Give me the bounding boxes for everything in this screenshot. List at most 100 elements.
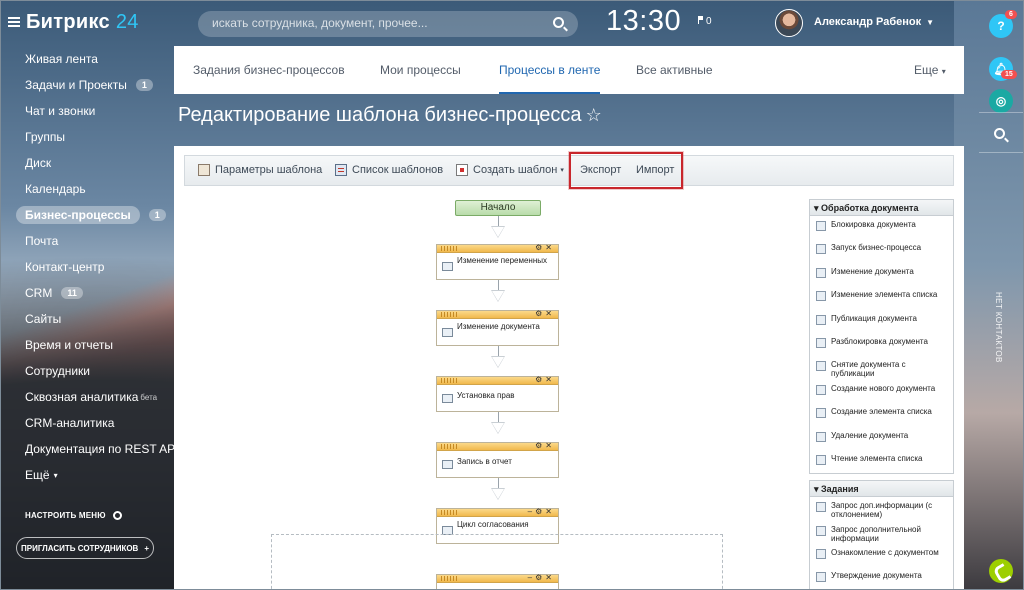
palette-item[interactable]: Изменение элемента списка: [810, 286, 953, 309]
background-right-rail: [954, 0, 1024, 590]
activity-header: –⚙✕: [437, 573, 558, 583]
invite-employees-button[interactable]: ПРИГЛАСИТЬ СОТРУДНИКОВ +: [16, 537, 154, 559]
activity-nested[interactable]: –⚙✕: [436, 573, 559, 590]
sidebar-item-mail[interactable]: Почта: [0, 228, 172, 254]
palette-item[interactable]: Разблокировка документа: [810, 333, 953, 356]
palette-item[interactable]: Удаление документа: [810, 427, 953, 450]
sidebar-item-calendar[interactable]: Календарь: [0, 176, 172, 202]
logo-name: Битрикс: [26, 11, 110, 33]
activity-change-document[interactable]: ⚙✕ Изменение документа: [436, 309, 559, 346]
unlock-doc-icon: [816, 337, 826, 348]
review-icon: [816, 549, 826, 560]
global-search[interactable]: [198, 11, 578, 37]
messenger-button[interactable]: ◎: [989, 89, 1013, 113]
logo-number: 24: [115, 11, 139, 33]
drag-handle[interactable]: [441, 378, 457, 383]
sidebar-item-rest-api[interactable]: Документация по REST API: [0, 436, 179, 462]
palette-item[interactable]: Блокировка документа: [810, 216, 953, 239]
gear-close-icon[interactable]: ⚙✕: [535, 309, 555, 318]
template-list-button[interactable]: Список шаблонов: [335, 164, 443, 176]
palette-item[interactable]: Запуск бизнес-процесса: [810, 239, 953, 262]
tab-my-processes[interactable]: Мои процессы: [380, 63, 461, 77]
sidebar-item-contact-center[interactable]: Контакт-центр: [0, 254, 172, 280]
palette-item[interactable]: Утверждение документа: [810, 567, 953, 590]
drag-handle[interactable]: [441, 444, 457, 449]
settings-doc-icon: [198, 164, 210, 176]
connector: [498, 478, 499, 488]
gear-close-icon[interactable]: ⚙✕: [535, 441, 555, 450]
drag-handle[interactable]: [441, 246, 457, 251]
palette-item[interactable]: Снятие документа с публикации: [810, 356, 953, 379]
avatar[interactable]: [775, 9, 803, 37]
activity-change-variables[interactable]: ⚙✕ Изменение переменных: [436, 243, 559, 280]
drag-handle[interactable]: [441, 510, 457, 515]
palette-item[interactable]: Ознакомление с документом: [810, 544, 953, 567]
start-node[interactable]: Начало: [455, 200, 541, 216]
list-item-icon: [816, 408, 826, 419]
chat-icon: ◎: [995, 94, 1007, 108]
sidebar-item-more[interactable]: Ещё ▾: [0, 462, 172, 488]
phone-icon[interactable]: [989, 559, 1013, 583]
sidebar-item-crm-analytics[interactable]: CRM-аналитика: [0, 410, 172, 436]
palette-item[interactable]: Создание нового документа: [810, 380, 953, 403]
sidebar-item-crm[interactable]: CRM 11: [0, 280, 172, 306]
sidebar-item-chat[interactable]: Чат и звонки: [0, 98, 172, 124]
arrow-icon: [491, 422, 505, 434]
activity-set-rights[interactable]: ⚙✕ Установка прав: [436, 375, 559, 412]
palette-item[interactable]: Запрос дополнительной информации: [810, 521, 953, 544]
arrow-icon: [491, 226, 505, 238]
palette-item[interactable]: Создание элемента списка: [810, 403, 953, 426]
create-template-button[interactable]: Создать шаблон ▾: [456, 164, 564, 176]
connector: [498, 346, 499, 356]
palette-group-header[interactable]: ▾ Обработка документа: [810, 200, 953, 216]
tab-tasks[interactable]: Задания бизнес-процессов: [193, 63, 345, 77]
sidebar-item-disk[interactable]: Диск: [0, 150, 172, 176]
gear-close-icon[interactable]: ⚙✕: [535, 375, 555, 384]
palette-item[interactable]: Чтение элемента списка: [810, 450, 953, 473]
sidebar-item-sites[interactable]: Сайты: [0, 306, 172, 332]
request-icon: [816, 525, 826, 536]
drag-handle[interactable]: [441, 312, 457, 317]
activity-header: ⚙✕: [437, 375, 558, 385]
palette-item[interactable]: Изменение документа: [810, 263, 953, 286]
connector: [498, 216, 499, 226]
search-icon[interactable]: [553, 17, 564, 28]
star-icon[interactable]: ☆: [586, 105, 602, 126]
sidebar-item-employees[interactable]: Сотрудники: [0, 358, 172, 384]
sidebar-item-tasks[interactable]: Задачи и Проекты 1: [0, 72, 172, 98]
configure-menu-button[interactable]: НАСТРОИТЬ МЕНЮ: [25, 511, 122, 521]
app-logo[interactable]: Битрикс 24: [26, 11, 139, 34]
hamburger-menu-icon[interactable]: [8, 17, 20, 27]
sidebar-item-analytics[interactable]: Сквозная аналитика бета: [0, 384, 172, 410]
sidebar-item-business-processes[interactable]: Бизнес-процессы 1: [0, 202, 172, 228]
user-menu[interactable]: Александр Рабенок ▼: [814, 16, 934, 28]
report-icon: [442, 460, 453, 469]
sidebar-item-feed[interactable]: Живая лента: [0, 46, 172, 72]
search-input[interactable]: [212, 16, 532, 30]
clock[interactable]: 13:30: [606, 5, 681, 38]
palette-group-header[interactable]: ▾ Задания: [810, 481, 953, 498]
sidebar-item-groups[interactable]: Группы: [0, 124, 172, 150]
collapse-gear-close-icon[interactable]: –⚙✕: [528, 507, 555, 516]
flag-icon: [698, 16, 703, 24]
template-params-button[interactable]: Параметры шаблона: [198, 164, 322, 176]
palette-item[interactable]: Запрос доп.информации (с отклонением): [810, 497, 953, 520]
list-item-icon: [816, 291, 826, 302]
drag-handle[interactable]: [441, 576, 457, 581]
tab-feed-processes[interactable]: Процессы в ленте: [499, 63, 601, 94]
activity-write-report[interactable]: ⚙✕ Запись в отчет: [436, 441, 559, 478]
sidebar-item-time-reports[interactable]: Время и отчеты: [0, 332, 172, 358]
chevron-down-icon: ▾: [941, 67, 946, 76]
lock-doc-icon: [816, 221, 826, 231]
new-doc-icon: [456, 164, 468, 176]
workflow-editor: Параметры шаблона Список шаблонов Создат…: [174, 146, 964, 590]
work-day-flag[interactable]: 0: [698, 16, 712, 27]
export-import-highlight: [569, 152, 683, 189]
arrow-icon: [491, 488, 505, 500]
collapse-gear-close-icon[interactable]: –⚙✕: [528, 573, 555, 582]
search-icon[interactable]: [994, 128, 1005, 139]
gear-close-icon[interactable]: ⚙✕: [535, 243, 555, 252]
tab-all-active[interactable]: Все активные: [636, 63, 713, 77]
tab-more[interactable]: Еще ▾: [914, 63, 946, 77]
palette-item[interactable]: Публикация документа: [810, 310, 953, 333]
